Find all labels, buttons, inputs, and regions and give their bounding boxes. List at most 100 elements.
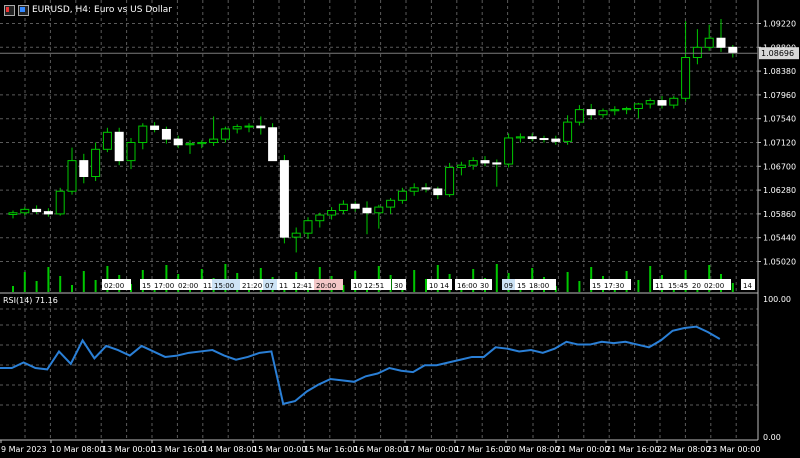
chart-type-icon[interactable] (4, 4, 15, 16)
volume-time-label: 10 (353, 282, 362, 290)
candle-body (268, 127, 278, 162)
candle-body (55, 190, 65, 215)
candle-body (539, 138, 549, 141)
candle-body (209, 138, 219, 144)
volume-time-label: 17:00 (154, 282, 174, 290)
time-tick-label: 22 Mar 08:00 (657, 445, 710, 454)
chart-settings-icon[interactable] (18, 4, 29, 16)
time-tick-label: 10 Mar 08:00 (51, 445, 104, 454)
candle-body (173, 138, 183, 146)
candle-body (681, 57, 691, 99)
time-tick-label: 15 Mar 00:00 (253, 445, 306, 454)
volume-time-label: 10 (429, 282, 438, 290)
rsi-indicator-label: RSI(14) 71.16 (3, 296, 58, 305)
candle-body (657, 100, 667, 106)
candle-body (350, 203, 360, 209)
volume-time-label: 02:00 (104, 282, 124, 290)
candle-body (327, 210, 337, 216)
candle-body (468, 160, 478, 166)
candle-body (515, 136, 525, 139)
candle-body (504, 137, 514, 165)
price-tick-label: 1.05860 (763, 210, 796, 219)
time-tick-label: 13 Mar 00:00 (102, 445, 155, 454)
volume-time-label: 14 (743, 282, 752, 290)
volume-time-label: 12:41 (292, 282, 312, 290)
candle-body (150, 125, 160, 130)
time-tick-label: 9 Mar 2023 (1, 445, 47, 454)
candle-body (669, 97, 679, 106)
time-tick-label: 16 Mar 08:00 (354, 445, 407, 454)
candle-body (563, 121, 573, 142)
candle-body (256, 125, 266, 129)
volume-time-label: 11 (655, 282, 664, 290)
time-tick-label: 13 Mar 16:00 (152, 445, 205, 454)
candle-body (716, 37, 726, 48)
price-tick-label: 1.07540 (763, 115, 796, 124)
volume-time-label: 15:00 (214, 282, 234, 290)
candle-body (291, 232, 301, 238)
volume-time-label: 15 (142, 282, 151, 290)
candle-body (728, 46, 738, 54)
candle-body (645, 100, 655, 105)
volume-time-label: 02:00 (704, 282, 724, 290)
trading-chart[interactable]: 02:00 15 17:00 02:00 11 15:00 21:20 07 11 12:41 20… (0, 0, 800, 458)
volume-time-label: 18:00 (529, 282, 549, 290)
candle-body (445, 166, 455, 196)
candle-body (67, 160, 77, 192)
price-tick-label: 1.07120 (763, 139, 796, 148)
candle-body (20, 208, 30, 214)
time-tick-label: 17 Mar 16:00 (455, 445, 508, 454)
candle-body (386, 199, 396, 208)
candle-body (456, 164, 466, 168)
candle-body (79, 160, 89, 177)
volume-time-label: 14 (440, 282, 449, 290)
candle-body (433, 188, 443, 196)
time-tick-label: 23 Mar 00:00 (707, 445, 760, 454)
candle-body (8, 212, 18, 215)
candle-body (633, 103, 643, 110)
candle-body (362, 207, 372, 214)
time-tick-label: 17 Mar 00:00 (405, 445, 458, 454)
candle-body (598, 110, 608, 116)
candle-body (220, 128, 230, 140)
rsi-tick-label: 100.00 (763, 295, 791, 304)
candle-body (492, 162, 502, 165)
candle-body (574, 109, 584, 123)
price-tick-label: 1.05020 (763, 258, 796, 267)
candle-body (244, 125, 254, 128)
volume-time-label: 15:45 (668, 282, 688, 290)
candle-body (91, 148, 101, 178)
candle-body (161, 128, 171, 140)
rsi-tick-label: 0.00 (763, 433, 781, 442)
volume-time-label: 11 (279, 282, 288, 290)
volume-time-label: 21:20 (242, 282, 262, 290)
price-tick-label: 1.06280 (763, 186, 796, 195)
volume-time-label: 20 (692, 282, 701, 290)
candle-body (480, 160, 490, 164)
candle-body (338, 203, 348, 211)
volume-time-label: 09 (504, 282, 513, 290)
candle-body (704, 37, 714, 48)
chart-title: EURUSD, H4: Euro vs US Dollar (4, 3, 172, 17)
candle-body (279, 160, 289, 238)
symbol-description: Euro vs US Dollar (94, 5, 172, 15)
candle-body (622, 108, 632, 111)
volume-time-label: 02:00 (178, 282, 198, 290)
time-tick-label: 21 Mar 00:00 (556, 445, 609, 454)
volume-time-label: 30 (394, 282, 403, 290)
price-tick-label: 1.05440 (763, 234, 796, 243)
candle-body (692, 46, 702, 58)
candle-body (421, 187, 431, 190)
volume-time-label: 12:51 (364, 282, 384, 290)
candle-body (586, 109, 596, 116)
time-tick-label: 20 Mar 08:00 (506, 445, 559, 454)
current-price-text: 1.08696 (761, 49, 794, 58)
volume-time-label: 20:00 (316, 282, 336, 290)
candle-body (102, 131, 112, 150)
candle-body (126, 142, 136, 162)
time-tick-label: 14 Mar 08:00 (203, 445, 256, 454)
volume-time-label: 15 (592, 282, 601, 290)
candle-body (551, 138, 561, 142)
candle-body (185, 143, 195, 146)
price-tick-label: 1.08380 (763, 67, 796, 76)
